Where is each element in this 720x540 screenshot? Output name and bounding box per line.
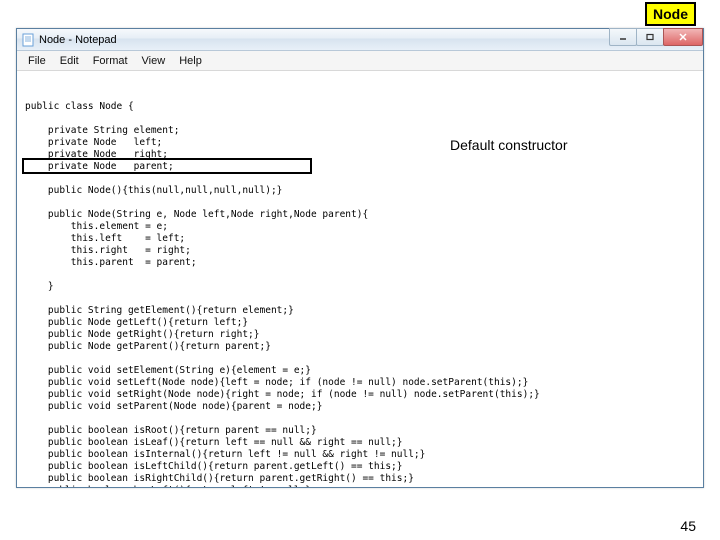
slide-label-node: Node [645,2,696,26]
window-controls [610,28,703,46]
callout-default-constructor: Default constructor [450,137,568,153]
minimize-button[interactable] [609,28,637,46]
notepad-icon [21,33,35,47]
page-number-text: 45 [680,518,696,534]
notepad-window: Node - Notepad File Edit Format View Hel… [16,28,704,488]
menubar: File Edit Format View Help [17,51,703,71]
editor-area[interactable]: public class Node { private String eleme… [17,71,703,487]
close-button[interactable] [663,28,703,46]
page-number: 45 [680,518,696,534]
menu-format[interactable]: Format [86,53,135,69]
menu-help[interactable]: Help [172,53,209,69]
code-text[interactable]: public class Node { private String eleme… [25,101,695,487]
callout-text: Default constructor [450,137,568,153]
menu-file[interactable]: File [21,53,53,69]
titlebar: Node - Notepad [17,29,703,51]
menu-edit[interactable]: Edit [53,53,86,69]
window-title: Node - Notepad [39,34,117,46]
menu-view[interactable]: View [135,53,173,69]
slide-label-text: Node [653,6,688,22]
maximize-button[interactable] [636,28,664,46]
